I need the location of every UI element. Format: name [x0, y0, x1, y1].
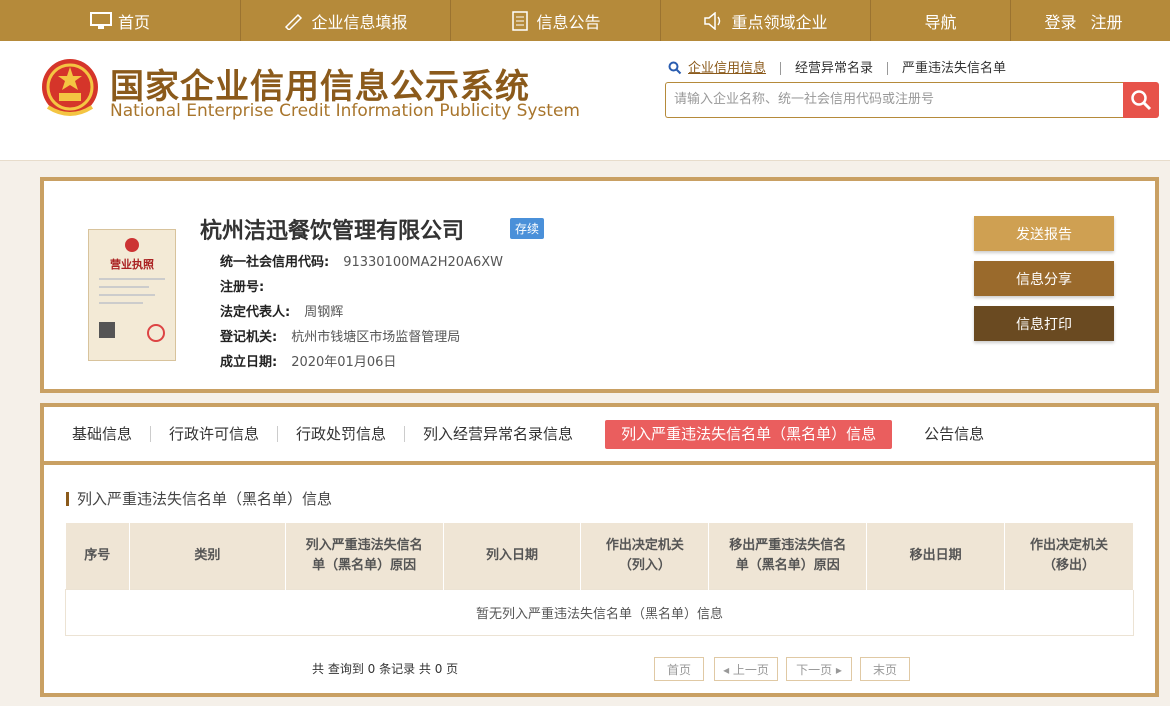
license-divider: [99, 302, 143, 304]
pager-last-button[interactable]: 末页: [860, 657, 910, 681]
field-founded: 成立日期: 2020年01月06日: [220, 351, 396, 370]
nav-guide-label: 导航: [924, 12, 957, 32]
field-label: 注册号:: [220, 280, 265, 295]
col-remove-date: 移出日期: [866, 523, 1006, 589]
nav-home[interactable]: 首页: [0, 0, 240, 41]
top-nav: 首页 企业信息填报 信息公告 重点领域企业 导航 登录 注册: [0, 0, 1170, 41]
search-link-abnormal[interactable]: 经营异常名录: [780, 61, 887, 75]
national-emblem-icon: [42, 59, 98, 116]
col-index: 序号: [65, 523, 130, 589]
site-title-en: National Enterprise Credit Information P…: [110, 101, 580, 121]
document-icon: [512, 10, 529, 31]
search-category-links: 企业信用信息 经营异常名录 严重违法失信名单: [668, 61, 1020, 75]
tab-admin-license[interactable]: 行政许可信息: [150, 426, 277, 442]
nav-guide[interactable]: 导航: [870, 0, 1010, 41]
info-panel: 基础信息 行政许可信息 行政处罚信息 列入经营异常名录信息 列入严重违法失信名单…: [40, 403, 1159, 697]
table-header-row: 序号 类别 列入严重违法失信名单（黑名单）原因 列入日期 作出决定机关（列入） …: [65, 523, 1134, 589]
license-title: 营业执照: [110, 258, 154, 271]
record-count: 共 查询到 0 条记录 共 0 页: [312, 662, 459, 676]
field-credit-code: 统一社会信用代码: 91330100MA2H20A6XW: [220, 251, 503, 270]
login-link[interactable]: 登录: [1044, 9, 1076, 33]
status-badge: 存续: [510, 218, 545, 239]
search-input[interactable]: 请输入企业名称、统一社会信用代码或注册号: [665, 82, 1125, 118]
speaker-icon: [704, 11, 721, 30]
nav-announcement[interactable]: 信息公告: [450, 0, 660, 41]
field-legal-rep: 法定代表人: 周钢辉: [220, 301, 343, 320]
register-link[interactable]: 注册: [1091, 9, 1123, 33]
table-row: 暂无列入严重违法失信名单（黑名单）信息: [65, 588, 1134, 636]
tab-basic-info[interactable]: 基础信息: [54, 426, 150, 442]
nav-fill-info-label: 企业信息填报: [311, 12, 408, 32]
pager-prev-button[interactable]: ◂ 上一页: [714, 657, 778, 681]
nav-home-label: 首页: [117, 12, 150, 32]
col-remove-reason: 移出严重违法失信名单（黑名单）原因: [708, 523, 868, 589]
site-header: 国家企业信用信息公示系统 National Enterprise Credit …: [0, 41, 1170, 161]
tab-admin-penalty[interactable]: 行政处罚信息: [277, 426, 404, 442]
search-link-blacklist[interactable]: 严重违法失信名单: [887, 61, 1020, 75]
field-label: 登记机关:: [220, 330, 278, 345]
nav-key-sector[interactable]: 重点领域企业: [660, 0, 870, 41]
col-list-reason: 列入严重违法失信名单（黑名单）原因: [285, 523, 444, 589]
license-divider: [99, 294, 155, 296]
business-license-image[interactable]: 营业执照: [88, 229, 176, 361]
tab-blacklist[interactable]: 列入严重违法失信名单（黑名单）信息: [605, 419, 893, 449]
col-category: 类别: [129, 523, 286, 589]
field-authority: 登记机关: 杭州市钱塘区市场监督管理局: [220, 326, 460, 345]
blacklist-table: 序号 类别 列入严重违法失信名单（黑名单）原因 列入日期 作出决定机关（列入） …: [65, 523, 1134, 636]
pager-next-button[interactable]: 下一页 ▸: [786, 657, 852, 681]
empty-message: 暂无列入严重违法失信名单（黑名单）信息: [65, 588, 1134, 636]
field-label: 统一社会信用代码:: [220, 255, 330, 270]
field-reg-number: 注册号:: [220, 276, 278, 295]
company-name: 杭州洁迅餐饮管理有限公司: [200, 219, 465, 244]
license-divider: [99, 286, 149, 288]
pager-first-button[interactable]: 首页: [654, 657, 704, 681]
print-info-button[interactable]: 信息打印: [974, 306, 1114, 341]
send-report-button[interactable]: 发送报告: [974, 216, 1114, 251]
auth-links: 登录 注册: [1010, 0, 1170, 41]
tab-abnormal-list[interactable]: 列入经营异常名录信息: [404, 426, 591, 442]
field-value: 周钢辉: [304, 305, 344, 320]
field-value: 杭州市钱塘区市场监督管理局: [291, 330, 461, 345]
share-info-button[interactable]: 信息分享: [974, 261, 1114, 296]
col-list-authority: 作出决定机关（列入）: [580, 523, 710, 589]
nav-announcement-label: 信息公告: [536, 12, 601, 32]
col-list-date: 列入日期: [443, 523, 582, 589]
nav-key-sector-label: 重点领域企业: [731, 12, 828, 32]
pen-icon: [285, 13, 303, 30]
col-remove-authority: 作出决定机关（移出）: [1004, 523, 1134, 589]
search-link-credit[interactable]: 企业信用信息: [682, 62, 780, 75]
tab-announcements[interactable]: 公告信息: [906, 426, 1002, 442]
company-card: 营业执照 杭州洁迅餐饮管理有限公司 存续 统一社会信用代码: 91330100MA…: [40, 177, 1159, 393]
search-button[interactable]: [1123, 82, 1159, 118]
nav-fill-info[interactable]: 企业信息填报: [240, 0, 450, 41]
field-value: 91330100MA2H20A6XW: [343, 255, 503, 270]
info-tabs: 基础信息 行政许可信息 行政处罚信息 列入经营异常名录信息 列入严重违法失信名单…: [44, 407, 1155, 465]
field-label: 法定代表人:: [220, 305, 291, 320]
seal-icon: [147, 324, 165, 342]
section-title: 列入严重违法失信名单（黑名单）信息: [66, 492, 332, 507]
field-value: 2020年01月06日: [291, 355, 397, 370]
qr-code-icon: [99, 322, 115, 338]
monitor-icon: [89, 11, 112, 29]
search-icon: [1131, 90, 1152, 111]
license-emblem-icon: [125, 238, 139, 252]
field-label: 成立日期:: [220, 355, 278, 370]
license-divider: [99, 278, 165, 280]
search-small-icon: [668, 61, 682, 75]
